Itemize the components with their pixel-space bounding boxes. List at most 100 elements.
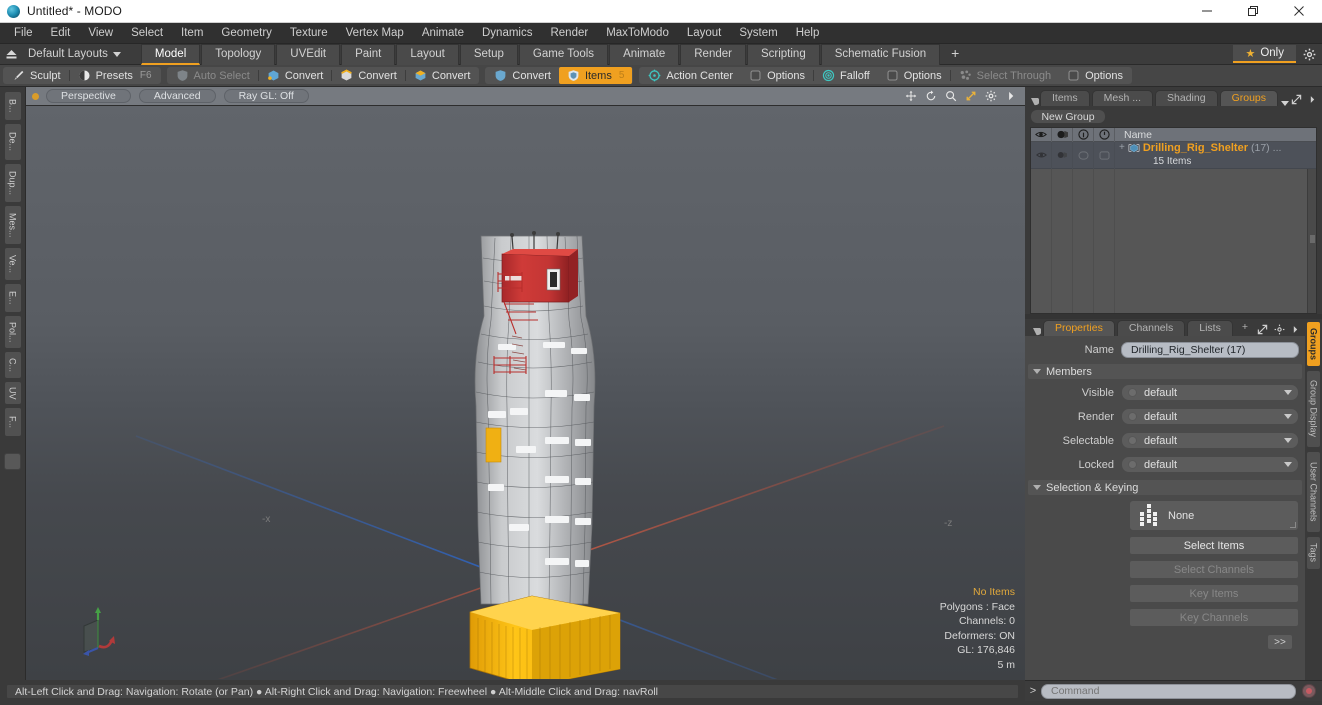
selection-keying-section-header[interactable]: Selection & Keying <box>1028 480 1302 495</box>
menu-render[interactable]: Render <box>541 23 597 44</box>
group-name-input[interactable]: Drilling_Rig_Shelter (17) <box>1121 341 1299 358</box>
menu-file[interactable]: File <box>5 23 42 44</box>
tab-shading[interactable]: Shading <box>1155 90 1218 106</box>
render-icon[interactable] <box>1052 127 1073 142</box>
auto-select-button[interactable]: Auto Select <box>168 67 258 84</box>
chevron-right-icon[interactable] <box>1291 325 1300 334</box>
eject-icon[interactable] <box>0 49 22 60</box>
row-expander[interactable]: + <box>1119 142 1125 154</box>
restore-icon[interactable] <box>1230 0 1276 23</box>
keying-none-field[interactable]: None <box>1129 500 1299 531</box>
viewport-projection-button[interactable]: Perspective <box>46 89 131 103</box>
selectable-dropdown[interactable]: default <box>1121 432 1299 449</box>
left-tab-edge[interactable]: E... <box>3 283 22 313</box>
action-center-options-button[interactable]: Options <box>741 67 813 84</box>
layout-tab-scripting[interactable]: Scripting <box>746 43 820 65</box>
channel-dot-icon[interactable] <box>1128 436 1137 445</box>
close-icon[interactable] <box>1276 0 1322 23</box>
side-tab-tags[interactable]: Tags <box>1305 536 1321 570</box>
action-center-button[interactable]: Action Center <box>640 67 741 84</box>
left-tab-basic[interactable]: B... <box>3 91 22 121</box>
add-layout-tab-button[interactable]: + <box>941 44 969 65</box>
tab-groups[interactable]: Groups <box>1219 90 1278 106</box>
viewport-shading-button[interactable]: Advanced <box>138 89 216 103</box>
left-tab-fusion[interactable]: F... <box>3 407 22 437</box>
items-mode-button[interactable]: Items 5 <box>558 67 633 84</box>
side-tab-user-channels[interactable]: User Channels <box>1305 451 1321 533</box>
move-icon[interactable] <box>905 90 917 102</box>
channel-dot-icon[interactable] <box>1128 388 1137 397</box>
layout-tab-model[interactable]: Model <box>140 43 201 65</box>
members-section-header[interactable]: Members <box>1028 364 1302 379</box>
viewport-menu-dot-icon[interactable] <box>32 92 39 100</box>
rotate-icon[interactable] <box>925 90 937 102</box>
add-properties-tab-button[interactable]: + <box>1235 320 1255 336</box>
layout-tab-animate[interactable]: Animate <box>609 43 680 65</box>
visible-dropdown[interactable]: default <box>1121 384 1299 401</box>
key-channels-button[interactable]: Key Channels <box>1129 608 1299 627</box>
gear-icon[interactable] <box>985 90 997 102</box>
falloff-options-button[interactable]: Options <box>878 67 950 84</box>
chevron-right-icon[interactable] <box>1005 90 1017 102</box>
info-icon[interactable] <box>1073 127 1094 142</box>
row-render-toggle[interactable] <box>1052 141 1073 169</box>
default-layouts-dropdown[interactable]: Default Layouts <box>22 48 121 60</box>
menu-layout[interactable]: Layout <box>678 23 731 44</box>
command-prompt-caret[interactable]: > <box>1025 685 1041 697</box>
expand-icon[interactable] <box>1257 324 1268 335</box>
layout-tab-game-tools[interactable]: Game Tools <box>518 43 609 65</box>
row-visible-toggle[interactable] <box>1031 141 1052 169</box>
expand-icon[interactable] <box>1291 94 1302 105</box>
viewport-3d[interactable]: -x -z No Items Polygons : Face Channels:… <box>26 106 1025 680</box>
model-drilling-rig-shelter[interactable] <box>26 106 1024 679</box>
layout-tab-render[interactable]: Render <box>680 43 746 65</box>
resize-handle[interactable] <box>1289 522 1296 528</box>
convert-edge-button[interactable]: Convert <box>332 67 405 84</box>
left-tab-deform[interactable]: De... <box>3 123 22 161</box>
gear-icon[interactable] <box>1296 48 1322 61</box>
left-tab-uv[interactable]: UV <box>3 381 22 405</box>
new-group-button[interactable]: New Group <box>1030 109 1106 124</box>
visible-eye-icon[interactable] <box>1031 127 1052 142</box>
menu-edit[interactable]: Edit <box>42 23 80 44</box>
menu-help[interactable]: Help <box>787 23 829 44</box>
falloff-button[interactable]: Falloff <box>814 67 878 84</box>
menu-texture[interactable]: Texture <box>281 23 337 44</box>
axis-gizmo[interactable] <box>78 606 130 658</box>
channel-dot-icon[interactable] <box>1128 460 1137 469</box>
layout-tab-setup[interactable]: Setup <box>459 43 518 65</box>
menu-item[interactable]: Item <box>172 23 212 44</box>
only-toggle-button[interactable]: ★ Only <box>1233 45 1296 63</box>
chevron-right-icon[interactable] <box>1308 95 1317 104</box>
tab-channels[interactable]: Channels <box>1116 320 1186 336</box>
convert-polygon-button[interactable]: Convert <box>406 67 479 84</box>
menu-select[interactable]: Select <box>122 23 172 44</box>
menu-geometry[interactable]: Geometry <box>212 23 281 44</box>
properties-menu-dot-icon[interactable] <box>1029 327 1043 336</box>
row-selectable-toggle[interactable] <box>1073 141 1094 169</box>
tab-mesh[interactable]: Mesh ... <box>1091 90 1154 106</box>
record-icon[interactable] <box>1302 684 1316 698</box>
locked-dropdown[interactable]: default <box>1121 456 1299 473</box>
viewport-raygl-button[interactable]: Ray GL: Off <box>223 89 309 103</box>
left-tab-duplicate[interactable]: Dup... <box>3 163 22 203</box>
menu-view[interactable]: View <box>79 23 122 44</box>
channel-dot-icon[interactable] <box>1128 412 1137 421</box>
presets-button[interactable]: Presets F6 <box>70 67 160 84</box>
fit-icon[interactable] <box>965 90 977 102</box>
lock-icon[interactable] <box>1094 127 1115 142</box>
select-through-button[interactable]: Select Through <box>951 67 1059 84</box>
sculpt-button[interactable]: Sculpt <box>4 67 69 84</box>
tab-properties[interactable]: Properties <box>1043 320 1115 336</box>
key-items-button[interactable]: Key Items <box>1129 584 1299 603</box>
menu-dynamics[interactable]: Dynamics <box>473 23 541 44</box>
layout-tab-schematic-fusion[interactable]: Schematic Fusion <box>820 43 941 65</box>
panel-menu-dot-icon[interactable] <box>1029 97 1040 106</box>
row-lock-toggle[interactable] <box>1094 141 1115 169</box>
menu-vertex-map[interactable]: Vertex Map <box>337 23 413 44</box>
menu-system[interactable]: System <box>730 23 786 44</box>
zoom-icon[interactable] <box>945 90 957 102</box>
left-strip-widget[interactable] <box>4 453 21 470</box>
left-tab-curve[interactable]: C... <box>3 351 22 379</box>
layout-tab-topology[interactable]: Topology <box>201 43 276 65</box>
